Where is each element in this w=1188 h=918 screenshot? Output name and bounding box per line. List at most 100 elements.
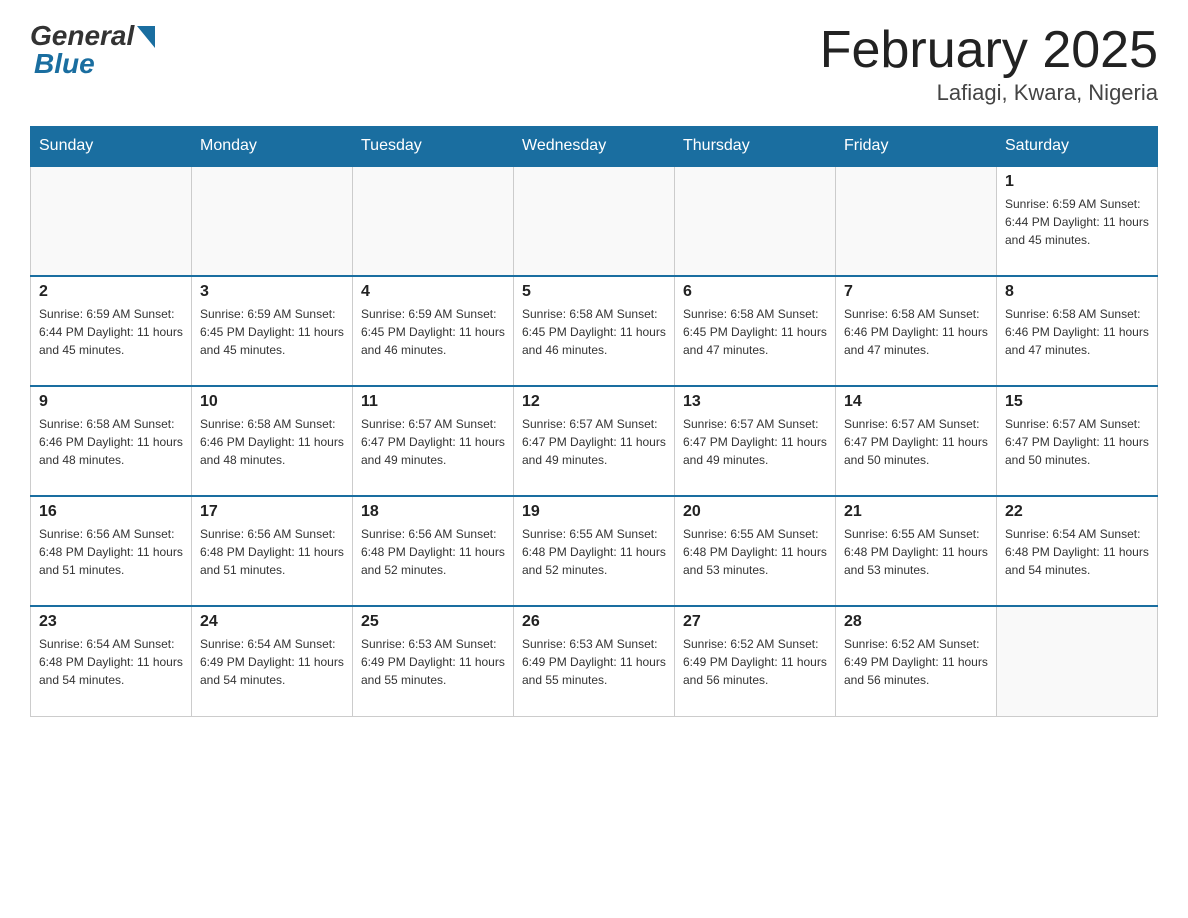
table-row: [514, 166, 675, 276]
table-row: 18 Sunrise: 6:56 AM Sunset: 6:48 PM Dayli…: [353, 496, 514, 606]
day-info: Sunrise: 6:54 AM Sunset: 6:48 PM Dayligh…: [1005, 525, 1149, 579]
header-monday: Monday: [192, 127, 353, 167]
day-info: Sunrise: 6:58 AM Sunset: 6:46 PM Dayligh…: [844, 305, 988, 359]
day-info: Sunrise: 6:57 AM Sunset: 6:47 PM Dayligh…: [522, 415, 666, 469]
table-row: 15 Sunrise: 6:57 AM Sunset: 6:47 PM Dayli…: [997, 386, 1158, 496]
calendar-week-row: 1 Sunrise: 6:59 AM Sunset: 6:44 PM Daylig…: [31, 166, 1158, 276]
table-row: 19Sunrise: 6:55 AM Sunset: 6:48 PM Dayli…: [514, 496, 675, 606]
table-row: 13 Sunrise: 6:57 AM Sunset: 6:47 PM Dayli…: [675, 386, 836, 496]
calendar-header-row: Sunday Monday Tuesday Wednesday Thursday…: [31, 127, 1158, 167]
day-info: Sunrise: 6:57 AM Sunset: 6:47 PM Dayligh…: [1005, 415, 1149, 469]
day-info: Sunrise: 6:59 AM Sunset: 6:45 PM Dayligh…: [361, 305, 505, 359]
day-number: 21: [844, 503, 988, 521]
day-number: 4: [361, 283, 505, 301]
page-header: General Blue February 2025 Lafiagi, Kwar…: [30, 20, 1158, 106]
day-number: 6: [683, 283, 827, 301]
calendar-week-row: 16 Sunrise: 6:56 AM Sunset: 6:48 PM Dayli…: [31, 496, 1158, 606]
day-number: 15: [1005, 393, 1149, 411]
day-info: Sunrise: 6:54 AM Sunset: 6:49 PM Dayligh…: [200, 635, 344, 689]
day-number: 5: [522, 283, 666, 301]
table-row: 16Sunrise: 6:56 AM Sunset: 6:48 PM Dayli…: [31, 496, 192, 606]
location: Lafiagi, Kwara, Nigeria: [820, 80, 1158, 106]
table-row: 26Sunrise: 6:53 AM Sunset: 6:49 PM Dayli…: [514, 606, 675, 716]
calendar-week-row: 9 Sunrise: 6:58 AM Sunset: 6:46 PM Daylig…: [31, 386, 1158, 496]
table-row: 6 Sunrise: 6:58 AM Sunset: 6:45 PM Daylig…: [675, 276, 836, 386]
table-row: 24 Sunrise: 6:54 AM Sunset: 6:49 PM Dayli…: [192, 606, 353, 716]
table-row: 11Sunrise: 6:57 AM Sunset: 6:47 PM Dayli…: [353, 386, 514, 496]
table-row: 9 Sunrise: 6:58 AM Sunset: 6:46 PM Daylig…: [31, 386, 192, 496]
day-info: Sunrise: 6:54 AM Sunset: 6:48 PM Dayligh…: [39, 635, 183, 689]
day-number: 26: [522, 613, 666, 631]
day-info: Sunrise: 6:52 AM Sunset: 6:49 PM Dayligh…: [844, 635, 988, 689]
table-row: [675, 166, 836, 276]
table-row: 12 Sunrise: 6:57 AM Sunset: 6:47 PM Dayli…: [514, 386, 675, 496]
header-sunday: Sunday: [31, 127, 192, 167]
table-row: 10 Sunrise: 6:58 AM Sunset: 6:46 PM Dayli…: [192, 386, 353, 496]
day-number: 13: [683, 393, 827, 411]
day-info: Sunrise: 6:57 AM Sunset: 6:47 PM Dayligh…: [683, 415, 827, 469]
header-friday: Friday: [836, 127, 997, 167]
table-row: 7 Sunrise: 6:58 AM Sunset: 6:46 PM Daylig…: [836, 276, 997, 386]
day-info: Sunrise: 6:58 AM Sunset: 6:46 PM Dayligh…: [200, 415, 344, 469]
day-number: 10: [200, 393, 344, 411]
day-info: Sunrise: 6:57 AM Sunset: 6:47 PM Dayligh…: [844, 415, 988, 469]
day-info: Sunrise: 6:58 AM Sunset: 6:46 PM Dayligh…: [39, 415, 183, 469]
day-number: 12: [522, 393, 666, 411]
logo: General Blue: [30, 20, 155, 80]
month-title: February 2025: [820, 20, 1158, 80]
day-number: 18: [361, 503, 505, 521]
day-info: Sunrise: 6:59 AM Sunset: 6:45 PM Dayligh…: [200, 305, 344, 359]
day-number: 17: [200, 503, 344, 521]
day-info: Sunrise: 6:56 AM Sunset: 6:48 PM Dayligh…: [200, 525, 344, 579]
table-row: 8 Sunrise: 6:58 AM Sunset: 6:46 PM Daylig…: [997, 276, 1158, 386]
table-row: [997, 606, 1158, 716]
day-info: Sunrise: 6:59 AM Sunset: 6:44 PM Dayligh…: [1005, 195, 1149, 249]
day-number: 8: [1005, 283, 1149, 301]
table-row: 3 Sunrise: 6:59 AM Sunset: 6:45 PM Daylig…: [192, 276, 353, 386]
day-number: 23: [39, 613, 183, 631]
day-info: Sunrise: 6:59 AM Sunset: 6:44 PM Dayligh…: [39, 305, 183, 359]
table-row: 17 Sunrise: 6:56 AM Sunset: 6:48 PM Dayli…: [192, 496, 353, 606]
day-number: 1: [1005, 173, 1149, 191]
table-row: [31, 166, 192, 276]
day-number: 9: [39, 393, 183, 411]
day-number: 24: [200, 613, 344, 631]
calendar-table: Sunday Monday Tuesday Wednesday Thursday…: [30, 126, 1158, 717]
day-number: 27: [683, 613, 827, 631]
header-tuesday: Tuesday: [353, 127, 514, 167]
day-number: 20: [683, 503, 827, 521]
day-info: Sunrise: 6:52 AM Sunset: 6:49 PM Dayligh…: [683, 635, 827, 689]
table-row: [192, 166, 353, 276]
day-number: 14: [844, 393, 988, 411]
day-info: Sunrise: 6:53 AM Sunset: 6:49 PM Dayligh…: [361, 635, 505, 689]
table-row: 22Sunrise: 6:54 AM Sunset: 6:48 PM Dayli…: [997, 496, 1158, 606]
table-row: 2 Sunrise: 6:59 AM Sunset: 6:44 PM Daylig…: [31, 276, 192, 386]
header-thursday: Thursday: [675, 127, 836, 167]
table-row: 25 Sunrise: 6:53 AM Sunset: 6:49 PM Dayli…: [353, 606, 514, 716]
day-info: Sunrise: 6:58 AM Sunset: 6:45 PM Dayligh…: [683, 305, 827, 359]
calendar-week-row: 2 Sunrise: 6:59 AM Sunset: 6:44 PM Daylig…: [31, 276, 1158, 386]
table-row: 5Sunrise: 6:58 AM Sunset: 6:45 PM Daylig…: [514, 276, 675, 386]
table-row: 21 Sunrise: 6:55 AM Sunset: 6:48 PM Dayli…: [836, 496, 997, 606]
day-info: Sunrise: 6:55 AM Sunset: 6:48 PM Dayligh…: [522, 525, 666, 579]
table-row: 27 Sunrise: 6:52 AM Sunset: 6:49 PM Dayli…: [675, 606, 836, 716]
day-number: 2: [39, 283, 183, 301]
day-info: Sunrise: 6:55 AM Sunset: 6:48 PM Dayligh…: [683, 525, 827, 579]
day-number: 11: [361, 393, 505, 411]
title-section: February 2025 Lafiagi, Kwara, Nigeria: [820, 20, 1158, 106]
day-info: Sunrise: 6:55 AM Sunset: 6:48 PM Dayligh…: [844, 525, 988, 579]
table-row: 14 Sunrise: 6:57 AM Sunset: 6:47 PM Dayli…: [836, 386, 997, 496]
table-row: [353, 166, 514, 276]
table-row: 1 Sunrise: 6:59 AM Sunset: 6:44 PM Daylig…: [997, 166, 1158, 276]
day-number: 16: [39, 503, 183, 521]
day-number: 3: [200, 283, 344, 301]
table-row: 4 Sunrise: 6:59 AM Sunset: 6:45 PM Daylig…: [353, 276, 514, 386]
table-row: 20 Sunrise: 6:55 AM Sunset: 6:48 PM Dayli…: [675, 496, 836, 606]
day-info: Sunrise: 6:58 AM Sunset: 6:46 PM Dayligh…: [1005, 305, 1149, 359]
day-info: Sunrise: 6:56 AM Sunset: 6:48 PM Dayligh…: [361, 525, 505, 579]
logo-arrow-icon: [137, 26, 155, 48]
day-number: 7: [844, 283, 988, 301]
calendar-week-row: 23 Sunrise: 6:54 AM Sunset: 6:48 PM Dayli…: [31, 606, 1158, 716]
day-number: 25: [361, 613, 505, 631]
header-wednesday: Wednesday: [514, 127, 675, 167]
